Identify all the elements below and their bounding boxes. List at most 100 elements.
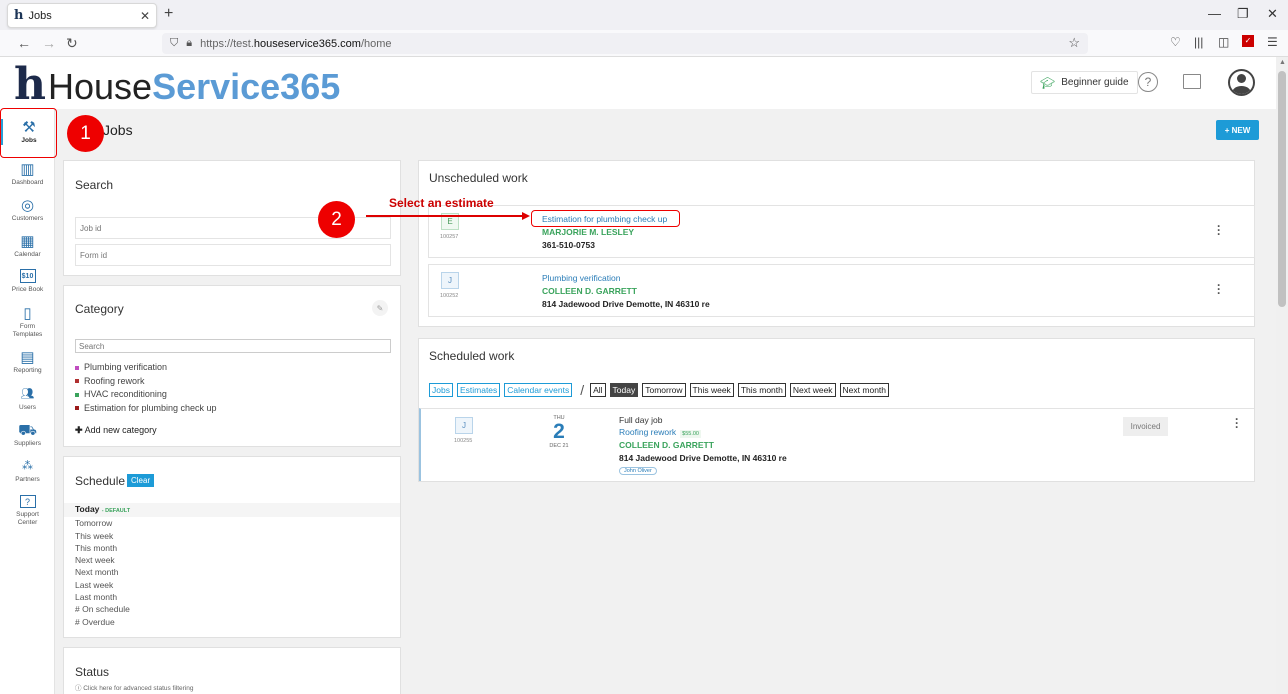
category-item-label: Estimation for plumbing check up: [84, 402, 217, 413]
sidebar-item-form-templates[interactable]: ▯ Form Templates: [0, 305, 55, 339]
form-id-input[interactable]: [75, 244, 391, 266]
dashboard-icon: ▥: [20, 161, 35, 178]
bookmark-star-icon[interactable]: ☆: [1068, 35, 1080, 51]
help-icon[interactable]: ?: [1138, 72, 1158, 92]
filter-next-month-button[interactable]: Next month: [839, 383, 890, 397]
job-title-link[interactable]: Roofing rework $55.00: [619, 427, 701, 438]
lock-icon[interactable]: 🔒︎: [186, 37, 192, 50]
schedule-clear-button[interactable]: Clear: [127, 474, 155, 487]
back-icon[interactable]: ←: [17, 35, 31, 51]
library-icon[interactable]: |||: [1194, 35, 1203, 49]
status-card: Status ⓘ Click here for advanced status …: [63, 647, 401, 694]
schedule-option[interactable]: Last week: [64, 579, 400, 591]
category-item[interactable]: Plumbing verification: [75, 361, 217, 375]
sidebar-item-calendar[interactable]: ▦ Calendar: [0, 233, 55, 259]
schedule-option[interactable]: Next week: [64, 554, 400, 566]
filter-jobs-button[interactable]: Jobs: [429, 383, 453, 397]
schedule-option[interactable]: # Overdue: [64, 616, 400, 628]
advanced-status-filter-link[interactable]: ⓘ Click here for advanced status filteri…: [75, 682, 194, 692]
minimize-icon[interactable]: —: [1208, 6, 1221, 21]
schedule-today-label: Today: [75, 504, 100, 514]
browser-tab-jobs[interactable]: h Jobs ✕: [7, 3, 157, 28]
job-date: THU 2 DEC 21: [544, 415, 574, 449]
customer-address: 814 Jadewood Drive Demotte, IN 46310 re: [619, 453, 787, 463]
schedule-option[interactable]: This week: [64, 530, 400, 542]
page-scrollbar[interactable]: ▲: [1276, 57, 1288, 694]
annotation-step-1: 1: [67, 115, 104, 152]
schedule-option[interactable]: Next month: [64, 566, 400, 578]
more-options-icon[interactable]: · · ·: [1216, 279, 1222, 299]
url-prefix: https://test.: [200, 37, 254, 50]
documents-icon[interactable]: [1183, 74, 1201, 89]
sidebar-item-partners[interactable]: ⁂ Partners: [0, 458, 55, 484]
job-title-link[interactable]: Plumbing verification: [542, 273, 620, 283]
scheduled-work-card: Scheduled work Jobs Estimates Calendar e…: [418, 338, 1255, 482]
new-tab-icon[interactable]: +: [164, 5, 173, 23]
close-window-icon[interactable]: ✕: [1267, 6, 1278, 22]
default-tag: - DEFAULT: [101, 508, 131, 514]
category-item-label: HVAC reconditioning: [84, 389, 167, 399]
plus-icon: ✚: [75, 425, 83, 435]
user-avatar-icon[interactable]: [1228, 69, 1255, 96]
sidebar-item-customers[interactable]: ◎ Customers: [0, 197, 55, 223]
filter-this-month-button[interactable]: This month: [737, 383, 786, 397]
add-category-label: Add new category: [84, 425, 157, 435]
job-id: 100252: [440, 293, 459, 299]
technician-chip[interactable]: John Oliver: [619, 467, 657, 475]
sidebar-item-label: Form: [19, 323, 36, 330]
reload-icon[interactable]: ↻: [66, 35, 78, 52]
schedule-card: Schedule Clear Today - DEFAULT Tomorrow …: [63, 456, 401, 638]
schedule-option[interactable]: Last month: [64, 591, 400, 603]
filter-all-button[interactable]: All: [590, 383, 606, 397]
category-color-swatch: [75, 406, 79, 411]
filter-estimates-button[interactable]: Estimates: [456, 383, 501, 397]
support-icon: ?: [19, 495, 36, 508]
schedule-option[interactable]: This month: [64, 542, 400, 554]
menu-icon[interactable]: ☰: [1267, 35, 1278, 49]
job-row[interactable]: J 100252 Plumbing verification COLLEEN D…: [428, 264, 1255, 317]
address-bar[interactable]: ⛉ 🔒︎ https://test. houseservice365.com/ho…: [162, 33, 1088, 54]
sidebar-item-dashboard[interactable]: ▥ Dashboard: [0, 161, 55, 187]
new-button[interactable]: + NEW: [1216, 120, 1259, 140]
sidebar-item-reporting[interactable]: ▤ Reporting: [0, 349, 55, 375]
forward-icon[interactable]: →: [42, 35, 56, 51]
schedule-option-today[interactable]: Today - DEFAULT: [64, 503, 400, 518]
beginner-guide-button[interactable]: 🎓︎ Beginner guide: [1031, 71, 1138, 94]
category-search-input[interactable]: [75, 339, 391, 353]
url-domain: houseservice365.com: [253, 37, 361, 50]
houseservice365-logo[interactable]: h House Service365: [14, 63, 340, 107]
filter-today-button[interactable]: Today: [609, 383, 639, 397]
scrollbar-thumb[interactable]: [1278, 71, 1286, 307]
category-item[interactable]: Roofing rework: [75, 375, 217, 389]
suppliers-icon: ⛟: [18, 422, 37, 439]
filter-next-week-button[interactable]: Next week: [789, 383, 836, 397]
filter-this-week-button[interactable]: This week: [689, 383, 734, 397]
sidebar-item-users[interactable]: 👥︎ Users: [0, 386, 55, 412]
close-tab-icon[interactable]: ✕: [140, 9, 150, 23]
schedule-option[interactable]: # On schedule: [64, 603, 400, 615]
category-item[interactable]: Estimation for plumbing check up: [75, 402, 217, 416]
schedule-option[interactable]: Tomorrow: [64, 517, 400, 529]
filter-calendar-events-button[interactable]: Calendar events: [504, 383, 573, 397]
calendar-icon: ▦: [20, 233, 35, 250]
favicon-icon: h: [14, 8, 24, 23]
add-category-button[interactable]: ✚ Add new category: [75, 425, 157, 436]
sidebar-item-price-book[interactable]: $10 Price Book: [0, 269, 55, 294]
filter-tomorrow-button[interactable]: Tomorrow: [642, 383, 686, 397]
customer-name: COLLEEN D. GARRETT: [542, 286, 637, 296]
scroll-up-icon[interactable]: ▲: [1279, 59, 1286, 66]
job-month: DEC 21: [549, 443, 569, 449]
sidebar-item-suppliers[interactable]: ⛟ Suppliers: [0, 422, 55, 448]
shield-icon[interactable]: ⛉: [170, 37, 178, 50]
more-options-icon[interactable]: · · ·: [1234, 413, 1240, 433]
edit-pencil-icon[interactable]: ✎: [372, 300, 388, 316]
sidebar-item-support-center[interactable]: ? Support Center: [0, 495, 55, 527]
scheduled-job-row[interactable]: J 100255 THU 2 DEC 21 Full day job Roofi…: [419, 408, 1254, 481]
category-item[interactable]: HVAC reconditioning: [75, 388, 217, 402]
extension-icon[interactable]: ✓: [1242, 35, 1254, 47]
pocket-icon[interactable]: ♡: [1170, 35, 1181, 49]
restore-icon[interactable]: ❐: [1237, 6, 1249, 22]
sidebar-toggle-icon[interactable]: ◫: [1218, 35, 1229, 49]
more-options-icon[interactable]: · · ·: [1216, 220, 1222, 240]
job-id: 100257: [440, 234, 459, 240]
